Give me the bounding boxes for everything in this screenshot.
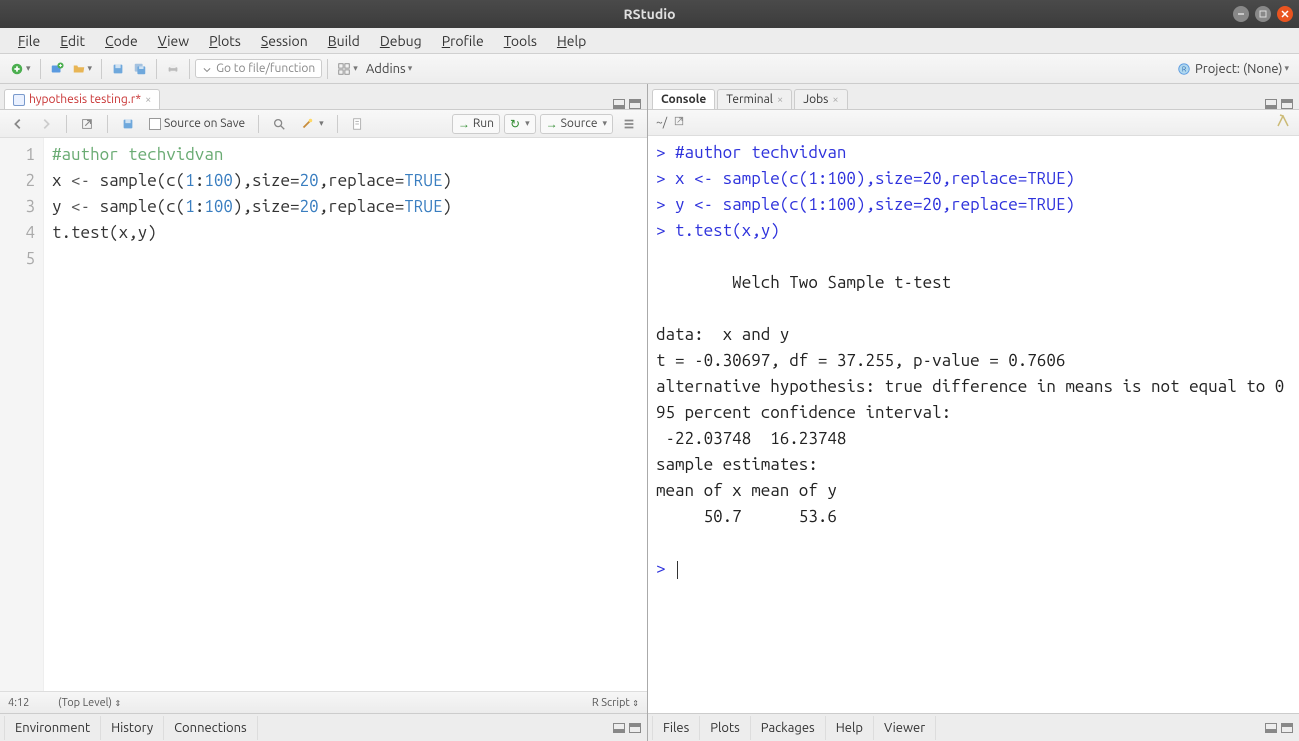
menu-file[interactable]: File [8,29,50,53]
window-minimize-button[interactable] [1233,6,1249,22]
window-titlebar: RStudio [0,0,1299,28]
cursor-pos: 4:12 [8,697,58,709]
source-tab[interactable]: hypothesis testing.r* × [4,89,160,109]
menu-build[interactable]: Build [318,29,370,53]
tab-packages[interactable]: Packages [751,716,826,740]
pane-collapse-icon[interactable] [1265,99,1277,109]
pane-collapse-icon[interactable] [1265,723,1277,733]
tab-console[interactable]: Console [652,89,715,109]
save-all-button[interactable] [129,60,151,78]
window-title: RStudio [66,6,1233,22]
cursor [677,561,678,579]
tab-jobs[interactable]: Jobs× [794,89,847,109]
console-tabbar: Console Terminal× Jobs× [648,84,1299,110]
console-pane: Console Terminal× Jobs× ~/ > #author tec… [648,84,1299,741]
menu-edit[interactable]: Edit [50,29,95,53]
line-gutter: 12345 [0,138,44,691]
new-project-button[interactable] [46,60,68,78]
back-button[interactable] [6,115,30,133]
scope-nav[interactable]: (Top Level) ⇕ [58,697,121,709]
menu-session[interactable]: Session [251,29,318,53]
console-output[interactable]: > #author techvidvan > x <- sample(c(1:1… [648,136,1299,713]
compile-report-button[interactable] [346,115,370,133]
working-dir[interactable]: ~/ [656,116,667,129]
menu-view[interactable]: View [148,29,199,53]
pane-maximize-icon[interactable] [1281,723,1293,733]
main-area: hypothesis testing.r* × Source on Save ▾… [0,84,1299,741]
goto-file-function[interactable]: Go to file/function [195,59,322,78]
tab-files[interactable]: Files [652,716,700,740]
pane-maximize-icon[interactable] [629,99,641,109]
menubar: File Edit Code View Plots Session Build … [0,28,1299,54]
source-tab-label: hypothesis testing.r* [29,93,141,106]
source-pane: hypothesis testing.r* × Source on Save ▾… [0,84,648,741]
tab-environment[interactable]: Environment [4,716,101,740]
pane-maximize-icon[interactable] [629,723,641,733]
menu-code[interactable]: Code [95,29,148,53]
run-button[interactable]: → Run [452,114,500,134]
source-on-save-checkbox[interactable]: Source on Save [144,115,250,132]
pane-collapse-icon[interactable] [613,723,625,733]
menu-debug[interactable]: Debug [370,29,432,53]
source-button[interactable]: → Source ▾ [540,114,613,134]
popup-icon[interactable] [673,115,685,130]
addins-button[interactable]: Addins ▾ [362,60,416,78]
window-maximize-button[interactable] [1255,6,1271,22]
svg-text:R: R [1182,65,1187,73]
menu-help[interactable]: Help [547,29,596,53]
left-bottom-tabbar: Environment History Connections [0,713,647,741]
clear-console-button[interactable] [1275,113,1291,132]
project-menu[interactable]: R Project: (None) ▾ [1173,60,1293,78]
editor-statusbar: 4:12 (Top Level) ⇕ R Script ⇕ [0,691,647,713]
tab-connections[interactable]: Connections [164,716,258,740]
source-tabbar: hypothesis testing.r* × [0,84,647,110]
menu-plots[interactable]: Plots [199,29,251,53]
tab-terminal[interactable]: Terminal× [717,89,792,109]
tab-plots[interactable]: Plots [700,716,751,740]
show-in-new-window-button[interactable] [75,115,99,133]
right-bottom-tabbar: Files Plots Packages Help Viewer [648,713,1299,741]
code-editor[interactable]: 12345 #author techvidvan x <- sample(c(1… [0,138,647,691]
main-toolbar: ▾ ▾ Go to file/function ▾ Addins ▾ R Pro… [0,54,1299,84]
tab-help[interactable]: Help [826,716,874,740]
window-close-button[interactable] [1277,6,1293,22]
print-button[interactable] [162,60,184,78]
rscript-file-icon [13,94,25,106]
grid-button[interactable]: ▾ [333,60,362,78]
outline-button[interactable] [617,115,641,133]
rerun-button[interactable]: ↻▾ [504,114,536,134]
wand-button[interactable]: ▾ [295,115,329,133]
open-file-button[interactable]: ▾ [68,60,97,78]
console-path-bar: ~/ [648,110,1299,136]
save-button[interactable] [107,60,129,78]
save-file-button[interactable] [116,115,140,133]
new-file-button[interactable]: ▾ [6,60,35,78]
menu-profile[interactable]: Profile [432,29,494,53]
find-button[interactable] [267,115,291,133]
tab-history[interactable]: History [101,716,164,740]
tab-close-icon[interactable]: × [145,94,151,106]
pane-collapse-icon[interactable] [613,99,625,109]
pane-maximize-icon[interactable] [1281,99,1293,109]
forward-button[interactable] [34,115,58,133]
menu-tools[interactable]: Tools [494,29,547,53]
code-content[interactable]: #author techvidvan x <- sample(c(1:100),… [44,138,647,691]
editor-toolbar: Source on Save ▾ → Run ↻▾ → Source ▾ [0,110,647,138]
lang-mode[interactable]: R Script ⇕ [592,697,639,709]
tab-viewer[interactable]: Viewer [874,716,936,740]
